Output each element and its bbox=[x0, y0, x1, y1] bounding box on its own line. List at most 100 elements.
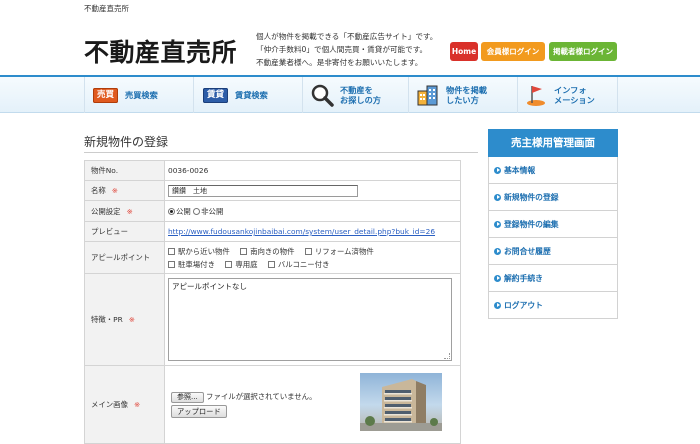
top-site-name: 不動産直売所 bbox=[84, 4, 129, 13]
field-label: 名称 bbox=[91, 186, 106, 195]
nav-label-line: お探しの方 bbox=[340, 95, 381, 105]
sale-badge: 売買 bbox=[93, 87, 119, 103]
nav-label: 賃貸検索 bbox=[235, 90, 268, 100]
form-row: プレビュー http://www.fudousankojinbaibai.com… bbox=[84, 221, 461, 242]
required-mark: ※ bbox=[126, 206, 133, 216]
name-label: 名称 ※ bbox=[84, 180, 165, 201]
checkbox-label: 専用庭 bbox=[235, 259, 258, 269]
name-input[interactable]: 鑽鑽 土地 bbox=[168, 184, 358, 197]
publish-radio-public[interactable] bbox=[168, 207, 175, 215]
no-file-text: ファイルが選択されていません。 bbox=[206, 392, 317, 401]
checkbox-label: 駅から近い物件 bbox=[178, 246, 230, 256]
features-label: 特徴・PR ※ bbox=[84, 273, 165, 366]
checkbox-label: バルコニー付き bbox=[277, 259, 330, 269]
nav-label: インフォ メーション bbox=[554, 85, 595, 105]
sidebar-item-label: 基本情報 bbox=[504, 165, 536, 175]
property-no-value: 0036-0026 bbox=[164, 160, 461, 181]
required-mark: ※ bbox=[111, 186, 118, 195]
nav-listers[interactable]: 物件を掲載 したい方 bbox=[408, 77, 510, 113]
publish-radio-private[interactable] bbox=[193, 207, 201, 215]
nav-label-line: したい方 bbox=[446, 95, 479, 105]
sidebar-item-cancel[interactable]: 解約手続き bbox=[488, 265, 618, 292]
nav-label-line: インフォ bbox=[554, 85, 587, 95]
nav-sale-search[interactable]: 売買 売買検索 bbox=[84, 77, 186, 113]
features-textarea[interactable]: アピールポイントなし bbox=[168, 278, 452, 361]
sidebar-item-edit-property[interactable]: 登録物件の編集 bbox=[488, 211, 618, 238]
arrow-icon bbox=[494, 274, 501, 282]
divider bbox=[84, 152, 478, 153]
form-row: 特徴・PR ※ アピールポイントなし bbox=[84, 273, 461, 366]
preview-label: プレビュー bbox=[84, 221, 165, 242]
page-title: 新規物件の登録 bbox=[84, 135, 169, 149]
arrow-icon bbox=[494, 166, 501, 174]
form-row: 物件No. 0036-0026 bbox=[84, 160, 461, 181]
form-row: アピールポイント 駅から近い物件 南向きの物件 リフォーム済物件 駐車場付き 専… bbox=[84, 241, 461, 274]
checkbox-label: 南向きの物件 bbox=[250, 246, 295, 256]
appeal-option[interactable]: 南向きの物件 bbox=[240, 245, 294, 258]
poster-login-button[interactable]: 掲載者様ログイン bbox=[549, 42, 617, 61]
appeal-row: 駅から近い物件 南向きの物件 リフォーム済物件 bbox=[168, 245, 457, 258]
appeal-cell: 駅から近い物件 南向きの物件 リフォーム済物件 駐車場付き 専用庭 バルコニー付… bbox=[164, 241, 461, 274]
rent-badge: 賃貸 bbox=[203, 87, 229, 103]
flag-icon bbox=[527, 86, 545, 106]
appeal-row: 駐車場付き 専用庭 バルコニー付き bbox=[168, 258, 457, 271]
nav-label-line: 不動産を bbox=[340, 85, 373, 95]
arrow-icon bbox=[494, 193, 501, 201]
radio-label: 公開 bbox=[176, 206, 191, 216]
radio-label: 非公開 bbox=[201, 206, 224, 216]
browse-button[interactable]: 参照... bbox=[171, 392, 204, 403]
checkbox[interactable] bbox=[240, 247, 248, 255]
home-button[interactable]: Home bbox=[450, 42, 478, 61]
appeal-option[interactable]: リフォーム済物件 bbox=[304, 245, 374, 258]
field-label: 特徴・PR bbox=[91, 315, 123, 324]
main-nav: 売買 売買検索 賃貸 賃貸検索 不動産をお探しの方 物件を掲載したい方 イン bbox=[0, 75, 700, 113]
sidebar-item-label: 新規物件の登録 bbox=[504, 192, 559, 202]
magnifier-icon bbox=[311, 84, 334, 107]
checkbox[interactable] bbox=[225, 260, 233, 268]
name-cell: 鑽鑽 土地 bbox=[164, 180, 461, 201]
appeal-option[interactable]: 駅から近い物件 bbox=[168, 245, 230, 258]
form-row: 名称 ※ 鑽鑽 土地 bbox=[84, 180, 461, 201]
appeal-option[interactable]: 駐車場付き bbox=[168, 258, 215, 271]
seller-sidebar: 売主様用管理画面 基本情報 新規物件の登録 登録物件の編集 お問合せ履歴 解約手… bbox=[488, 129, 618, 319]
nav-label: 売買検索 bbox=[125, 90, 158, 100]
checkbox[interactable] bbox=[304, 247, 312, 255]
publish-cell: 公開 非公開 bbox=[164, 200, 461, 222]
appeal-option[interactable]: 専用庭 bbox=[225, 258, 258, 271]
nav-label: 不動産を お探しの方 bbox=[340, 85, 381, 105]
property-thumbnail bbox=[360, 373, 442, 431]
sidebar-item-label: 解約手続き bbox=[504, 273, 543, 283]
sidebar-item-label: お問合せ履歴 bbox=[504, 246, 551, 256]
preview-link[interactable]: http://www.fudousankojinbaibai.com/syste… bbox=[168, 227, 435, 236]
sidebar-item-label: 登録物件の編集 bbox=[504, 219, 559, 229]
nav-label-line: メーション bbox=[554, 95, 595, 105]
arrow-icon bbox=[494, 301, 501, 309]
sidebar-item-new-property[interactable]: 新規物件の登録 bbox=[488, 184, 618, 211]
checkbox[interactable] bbox=[267, 260, 275, 268]
sidebar-item-inquiry-history[interactable]: お問合せ履歴 bbox=[488, 238, 618, 265]
appeal-option[interactable]: バルコニー付き bbox=[267, 258, 330, 271]
arrow-icon bbox=[494, 220, 501, 228]
arrow-icon bbox=[494, 247, 501, 255]
sidebar-item-basic-info[interactable]: 基本情報 bbox=[488, 157, 618, 184]
preview-cell: http://www.fudousankojinbaibai.com/syste… bbox=[164, 221, 461, 242]
checkbox[interactable] bbox=[168, 260, 175, 268]
form-row: 公開設定 ※ 公開 非公開 bbox=[84, 200, 461, 222]
sidebar-item-logout[interactable]: ログアウト bbox=[488, 292, 618, 319]
upload-button[interactable]: アップロード bbox=[171, 405, 227, 418]
nav-label: 物件を掲載 したい方 bbox=[446, 85, 487, 105]
features-cell: アピールポイントなし bbox=[164, 273, 461, 366]
required-mark: ※ bbox=[133, 400, 141, 409]
field-label: メイン画像 bbox=[91, 400, 128, 409]
site-logo[interactable]: 不動産直売所 bbox=[84, 33, 237, 69]
nav-information[interactable]: インフォ メーション bbox=[517, 77, 618, 113]
top-bar: 不動産直売所 bbox=[0, 0, 700, 14]
checkbox[interactable] bbox=[168, 247, 175, 255]
building-icon bbox=[417, 85, 438, 106]
checkbox-label: リフォーム済物件 bbox=[314, 246, 374, 256]
tagline-line: 「仲介手数料0」で個人間売買・賃貸が可能です。 bbox=[256, 45, 428, 54]
member-login-button[interactable]: 会員様ログイン bbox=[481, 42, 545, 61]
nav-seekers[interactable]: 不動産を お探しの方 bbox=[302, 77, 404, 113]
nav-rent-search[interactable]: 賃貸 賃貸検索 bbox=[193, 77, 296, 113]
resize-grip-icon[interactable] bbox=[444, 353, 450, 359]
